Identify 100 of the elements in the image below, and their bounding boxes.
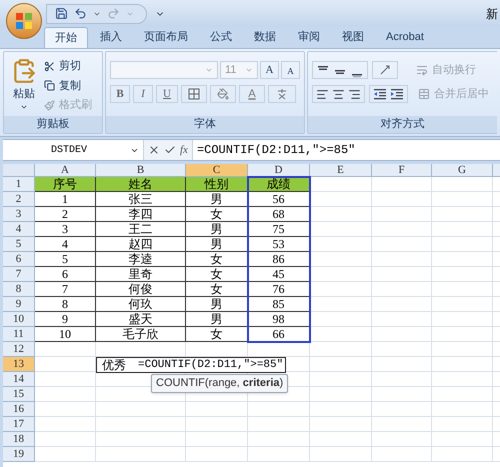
row-header[interactable]: 10 (3, 312, 35, 327)
grid-cell (372, 357, 432, 372)
ribbon-tab[interactable]: 开始 (44, 27, 88, 48)
row-header[interactable]: 17 (3, 417, 35, 432)
font-name-field[interactable] (110, 61, 218, 79)
row-header[interactable]: 5 (3, 237, 35, 252)
table-cell: 56 (248, 192, 310, 207)
column-header[interactable]: F (372, 164, 432, 177)
table-cell: 女 (186, 207, 248, 222)
ribbon-tab[interactable]: 视图 (332, 27, 374, 48)
fill-color-button[interactable] (210, 85, 236, 103)
shrink-font-button[interactable]: A (281, 61, 300, 79)
row-header[interactable]: 12 (3, 342, 35, 357)
table-cell: 76 (248, 282, 310, 297)
ribbon-tab[interactable]: 审阅 (288, 27, 330, 48)
phonetic-guide-button[interactable] (268, 85, 296, 103)
column-header[interactable]: C (186, 164, 248, 177)
insert-function-button[interactable]: fx (180, 142, 188, 158)
grid-cell (432, 357, 493, 372)
italic-button[interactable]: I (133, 85, 153, 103)
row-header[interactable]: 7 (3, 267, 35, 282)
office-logo-icon (15, 12, 33, 30)
column-header[interactable]: A (35, 164, 96, 177)
grid-cell (372, 417, 432, 432)
grid-cell (372, 282, 432, 297)
table-cell: 5 (35, 252, 96, 267)
ribbon-tab[interactable]: 插入 (90, 27, 132, 48)
borders-button[interactable] (181, 85, 207, 103)
row-header[interactable]: 15 (3, 387, 35, 402)
grid-cell (372, 297, 432, 312)
font-color-button[interactable]: A (239, 85, 265, 103)
header-cell: 成绩 (248, 177, 310, 192)
decrease-indent-icon[interactable] (373, 87, 387, 101)
column-header[interactable]: D (248, 164, 310, 177)
orientation-button[interactable] (372, 61, 398, 79)
office-button[interactable] (6, 3, 42, 39)
row-header[interactable]: 18 (3, 432, 35, 447)
table-cell: 里奇 (96, 267, 186, 282)
grid-cell (372, 432, 432, 447)
grid-cell (310, 297, 372, 312)
copy-button[interactable]: 复制 (44, 78, 92, 94)
row-header[interactable]: 8 (3, 282, 35, 297)
merge-cells-icon (418, 88, 430, 100)
row-header[interactable]: 14 (3, 372, 35, 387)
grid-cell (432, 177, 493, 192)
align-center-icon[interactable] (332, 88, 345, 100)
column-header[interactable]: B (96, 164, 186, 177)
cancel-icon[interactable] (148, 144, 160, 156)
row-header[interactable]: 3 (3, 207, 35, 222)
grid-cell (432, 237, 493, 252)
undo-icon[interactable] (74, 7, 87, 20)
grid-cell (432, 417, 493, 432)
row-header[interactable]: 16 (3, 402, 35, 417)
bold-button[interactable]: B (110, 85, 130, 103)
grid-cell (35, 417, 96, 432)
table-cell: 男 (186, 222, 248, 237)
grid-cell (432, 252, 493, 267)
increase-indent-icon[interactable] (390, 87, 404, 101)
row-header[interactable]: 13 (3, 357, 35, 372)
grid-cell (310, 207, 372, 222)
table-cell: 68 (248, 207, 310, 222)
paste-button[interactable]: 粘贴 (4, 52, 44, 116)
grid-cell (372, 312, 432, 327)
row-header[interactable]: 1 (3, 177, 35, 192)
ribbon-tab[interactable]: Acrobat (376, 27, 434, 48)
cell-editor[interactable]: 优秀 =COUNTIF(D2:D11,″>=85″ (96, 357, 286, 373)
header-cell: 姓名 (96, 177, 186, 192)
phonetic-guide-icon (276, 88, 288, 100)
ribbon-tab[interactable]: 页面布局 (134, 27, 198, 48)
row-header[interactable]: 4 (3, 222, 35, 237)
cut-button[interactable]: 剪切 (44, 58, 92, 74)
row-header[interactable]: 19 (3, 447, 35, 462)
enter-icon[interactable] (164, 144, 176, 156)
ribbon-tab[interactable]: 数据 (244, 27, 286, 48)
table-cell: 李四 (96, 207, 186, 222)
table-cell: 2 (35, 207, 96, 222)
align-right-icon[interactable] (348, 88, 361, 100)
underline-button[interactable]: U (156, 85, 178, 103)
grow-font-button[interactable]: A (260, 61, 279, 79)
grid-cell (372, 447, 432, 462)
grid-cell (310, 192, 372, 207)
header-cell: 性别 (186, 177, 248, 192)
column-header[interactable]: G (432, 164, 493, 177)
ribbon-tab[interactable]: 公式 (200, 27, 242, 48)
row-header[interactable]: 6 (3, 252, 35, 267)
table-cell: 何俊 (96, 282, 186, 297)
table-cell: 女 (186, 267, 248, 282)
grid-cell (35, 447, 96, 462)
row-header[interactable]: 2 (3, 192, 35, 207)
save-icon[interactable] (55, 7, 68, 20)
formula-field[interactable]: =COUNTIF(D2:D11,″>=85″ (196, 141, 356, 159)
name-box[interactable]: DSTDEV (3, 140, 143, 160)
grid-cell (372, 327, 432, 342)
column-header[interactable]: E (310, 164, 372, 177)
align-left-icon[interactable] (316, 88, 329, 100)
row-header[interactable]: 9 (3, 297, 35, 312)
paintbrush-icon (44, 100, 55, 111)
row-header[interactable]: 11 (3, 327, 35, 342)
grid-cell (432, 312, 493, 327)
grid-cell (310, 447, 372, 462)
